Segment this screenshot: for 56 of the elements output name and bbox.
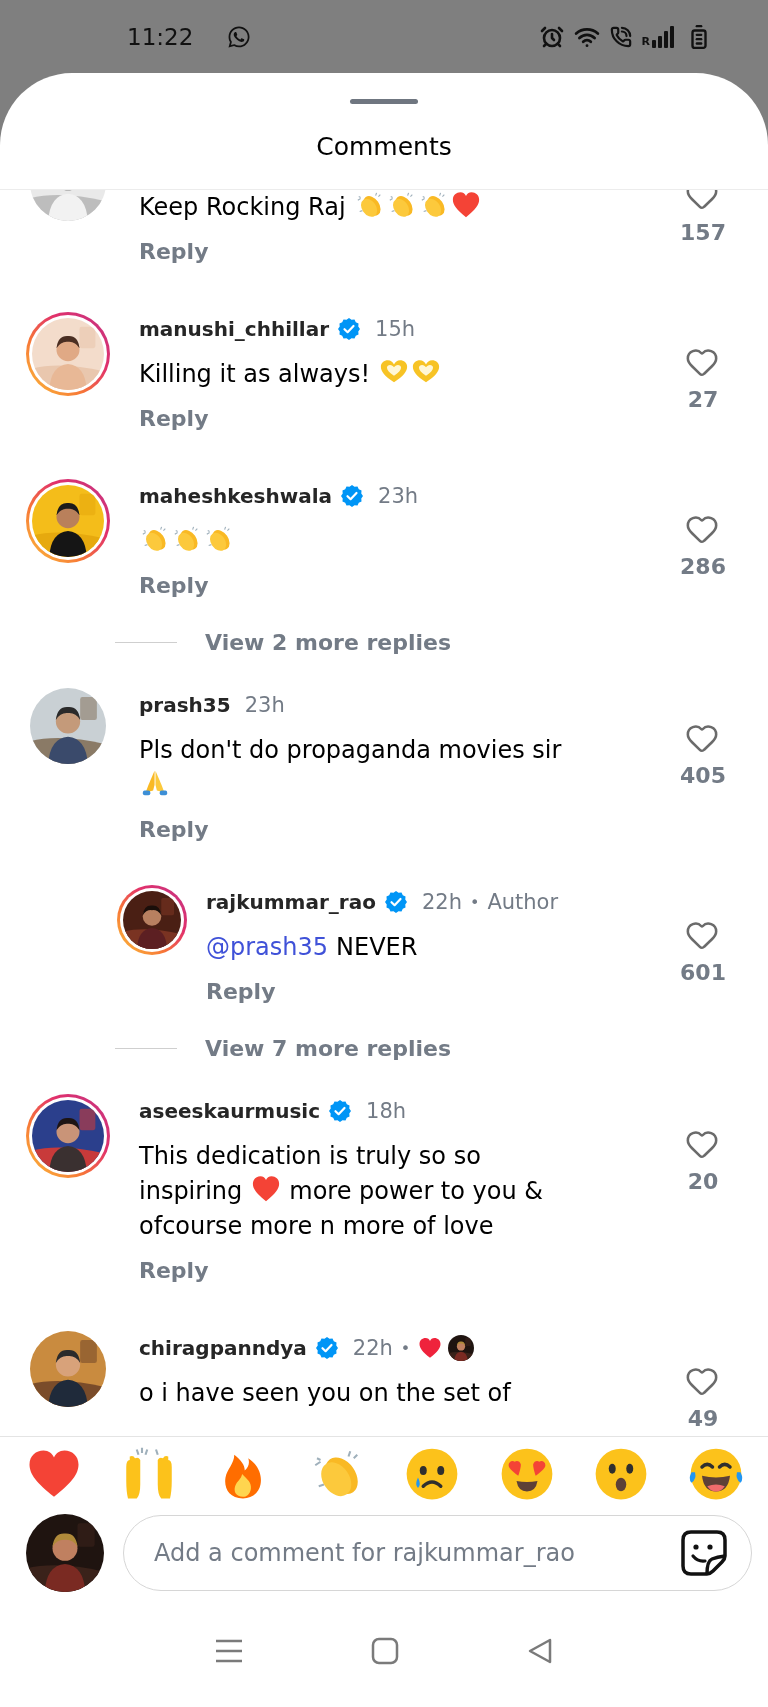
username[interactable]: aseeskaurmusic (139, 1099, 321, 1123)
roaming-label: R (641, 35, 650, 48)
whatsapp-icon (227, 24, 252, 49)
comment-text: ofcourse more n more of love (139, 1211, 494, 1242)
separator-dot: • (469, 892, 480, 912)
comment-text: inspiring (139, 1176, 243, 1207)
like-count: 20 (687, 1169, 719, 1195)
clock-time: 11:22 (127, 23, 194, 50)
like-count: 27 (687, 387, 719, 413)
comment-input-field[interactable]: Add a comment for rajkummar_rao (152, 1537, 679, 1568)
comment-time: 22h (352, 1336, 393, 1360)
comment-text: This dedication is truly so so (139, 1141, 481, 1172)
username[interactable]: chiragpanndya (139, 1336, 307, 1360)
comment-time: 23h (244, 693, 285, 717)
comment-time: 18h (366, 1099, 407, 1123)
author-label: Author (487, 890, 559, 914)
like-count: 601 (680, 960, 726, 986)
sticker-icon[interactable] (679, 1527, 729, 1578)
username[interactable]: prash35 (139, 693, 231, 717)
reply-button[interactable]: Reply (139, 571, 209, 601)
menu-icon[interactable] (213, 1638, 244, 1664)
username[interactable]: manushi_chhillar (139, 317, 330, 341)
reply-button[interactable]: Reply (206, 977, 276, 1007)
like-count: 405 (680, 763, 726, 789)
comment-time: 23h (378, 484, 419, 508)
sheet-title: Comments (316, 132, 452, 161)
comment-text: NEVER (336, 932, 418, 963)
phone-call-icon (609, 25, 632, 48)
alarm-icon (539, 24, 564, 49)
comment-text: Keep Rocking Raj (139, 192, 346, 223)
like-count: 286 (680, 554, 726, 580)
reply-button[interactable]: Reply (139, 815, 209, 845)
like-count: 157 (680, 220, 726, 246)
comment-text: o i have seen you on the set of (139, 1378, 511, 1409)
comment-time: 15h (375, 317, 416, 341)
comment-text: Killing it as always! (139, 359, 371, 390)
home-square-icon[interactable] (371, 1637, 399, 1665)
comment-time: 22h (421, 890, 462, 914)
heart-icon (251, 1174, 282, 1204)
comment-text: Pls don't do propaganda movies sir (139, 735, 562, 766)
signal-icon (652, 25, 676, 48)
heart-icon (418, 1336, 443, 1360)
view-replies-button[interactable]: View 2 more replies (205, 629, 452, 655)
drag-handle[interactable] (350, 99, 418, 104)
comment-text: more power to you & (289, 1176, 544, 1207)
separator-dot: • (400, 1338, 411, 1358)
reply-button[interactable]: Reply (139, 237, 209, 267)
reply-button[interactable]: Reply (139, 404, 209, 434)
heart-icon (450, 190, 481, 220)
reply-button[interactable]: Reply (139, 1256, 209, 1286)
username[interactable]: rajkummar_rao (206, 890, 376, 914)
mention-link[interactable]: @prash35 (206, 933, 329, 961)
username[interactable]: maheshkeshwala (139, 484, 333, 508)
like-count: 49 (687, 1406, 719, 1432)
folded-hands-icon (140, 768, 170, 798)
view-replies-button[interactable]: View 7 more replies (205, 1035, 452, 1061)
